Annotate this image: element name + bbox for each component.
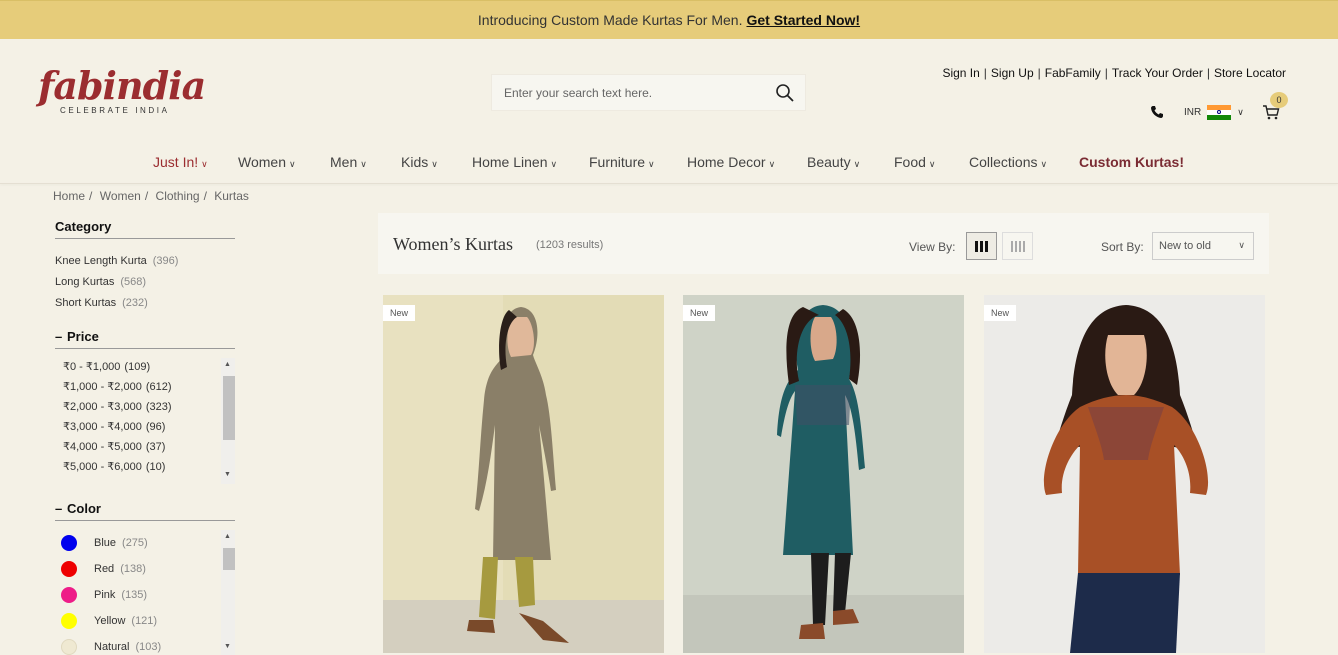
scroll-up-icon[interactable]: ▲: [224, 361, 231, 368]
sort-value: New to old: [1159, 240, 1211, 252]
nav-item-just-in[interactable]: Just In! ∨: [153, 154, 208, 170]
nav-item-furniture[interactable]: Furniture ∨: [589, 154, 655, 170]
search-icon[interactable]: [775, 83, 795, 103]
new-badge: New: [683, 305, 716, 321]
product-card[interactable]: New: [383, 295, 664, 653]
nav-item-kids[interactable]: Kids ∨: [401, 154, 438, 170]
promo-banner: Introducing Custom Made Kurtas For Men. …: [0, 0, 1338, 39]
results-header: Women’s Kurtas (1203 results) View By: S…: [378, 213, 1269, 274]
brand-tagline: CELEBRATE INDIA: [60, 106, 170, 115]
color-swatch: [61, 639, 77, 655]
category-option[interactable]: Long Kurtas (568): [55, 275, 178, 296]
grid-4-view-button[interactable]: [1002, 232, 1033, 260]
chevron-down-icon[interactable]: ∨: [1237, 107, 1244, 118]
price-option[interactable]: ₹5,000 - ₹6,000 (10): [63, 460, 172, 480]
collapse-icon: –: [55, 329, 63, 344]
brand-logo[interactable]: fabindia CELEBRATE INDIA: [38, 63, 206, 124]
color-filter-list: Blue (275) Red (138) Pink (135) Yellow (121)…: [55, 530, 235, 655]
scroll-down-icon[interactable]: ▼: [224, 471, 231, 478]
cart-count-badge: 0: [1270, 92, 1288, 108]
color-option-blue[interactable]: Blue (275): [61, 530, 161, 556]
breadcrumb-home[interactable]: Home: [53, 189, 85, 203]
price-option[interactable]: ₹0 - ₹1,000 (109): [63, 360, 172, 380]
color-filter-heading[interactable]: – Color: [55, 501, 235, 521]
nav-item-women[interactable]: Women ∨: [238, 154, 296, 170]
color-swatch: [61, 587, 77, 603]
main-nav: Just In! ∨ Women ∨ Men ∨ Kids ∨ Home Linen ∨ …: [0, 150, 1338, 174]
page-title: Women’s Kurtas: [393, 234, 514, 254]
breadcrumb-women[interactable]: Women: [100, 189, 141, 203]
fabfamily-link[interactable]: FabFamily: [1045, 66, 1101, 80]
price-filter-list: ₹0 - ₹1,000 (109) ₹1,000 - ₹2,000 (612) ₹2…: [55, 358, 235, 484]
price-option[interactable]: ₹1,000 - ₹2,000 (612): [63, 380, 172, 400]
price-scrollbar[interactable]: ▲ ▼: [221, 358, 235, 484]
separator: |: [1104, 66, 1108, 80]
nav-item-beauty[interactable]: Beauty ∨: [807, 154, 860, 170]
promo-link[interactable]: Get Started Now!: [746, 12, 860, 28]
results-count: (1203 results): [536, 239, 604, 251]
view-by-label: View By:: [909, 240, 956, 254]
search-input[interactable]: [492, 85, 762, 100]
sort-select[interactable]: New to old ∨: [1152, 232, 1254, 260]
color-option-natural[interactable]: Natural (103): [61, 634, 161, 655]
scroll-down-icon[interactable]: ▼: [224, 643, 231, 650]
chevron-down-icon: ∨: [1238, 240, 1245, 250]
brand-wordmark: fabindia: [38, 63, 206, 108]
scroll-thumb[interactable]: [223, 376, 235, 440]
store-locator-link[interactable]: Store Locator: [1214, 66, 1286, 80]
category-filter-list: Knee Length Kurta (396) Long Kurtas (568) …: [55, 254, 178, 317]
separator: |: [1037, 66, 1041, 80]
nav-item-home-linen[interactable]: Home Linen ∨: [472, 154, 557, 170]
promo-text: Introducing Custom Made Kurtas For Men.: [477, 12, 743, 28]
product-card[interactable]: New: [984, 295, 1265, 653]
price-option[interactable]: ₹2,000 - ₹3,000 (323): [63, 400, 172, 420]
nav-item-custom-kurtas[interactable]: Custom Kurtas!: [1079, 154, 1184, 170]
breadcrumb: Home / Women / Clothing / Kurtas: [53, 189, 249, 203]
separator: |: [1206, 66, 1210, 80]
price-option[interactable]: ₹3,000 - ₹4,000 (96): [63, 420, 172, 440]
nav-item-collections[interactable]: Collections ∨: [969, 154, 1047, 170]
search-bar: [491, 74, 806, 111]
new-badge: New: [984, 305, 1017, 321]
color-scrollbar[interactable]: ▲ ▼: [221, 530, 235, 655]
scroll-thumb[interactable]: [223, 548, 235, 570]
category-option[interactable]: Knee Length Kurta (396): [55, 254, 178, 275]
color-swatch: [61, 613, 77, 629]
category-option[interactable]: Short Kurtas (232): [55, 296, 178, 317]
separator: |: [983, 66, 987, 80]
category-filter-heading[interactable]: Category: [55, 219, 235, 239]
nav-divider: [0, 183, 1338, 184]
color-option-red[interactable]: Red (138): [61, 556, 161, 582]
currency-label[interactable]: INR: [1184, 107, 1201, 118]
color-swatch: [61, 561, 77, 577]
sort-by-label: Sort By:: [1101, 240, 1144, 254]
product-image[interactable]: [984, 295, 1265, 653]
sign-up-link[interactable]: Sign Up: [991, 66, 1034, 80]
price-option[interactable]: ₹4,000 - ₹5,000 (37): [63, 440, 172, 460]
nav-item-food[interactable]: Food ∨: [894, 154, 936, 170]
breadcrumb-kurtas[interactable]: Kurtas: [214, 189, 249, 203]
track-order-link[interactable]: Track Your Order: [1112, 66, 1203, 80]
india-flag-icon[interactable]: [1207, 104, 1232, 120]
new-badge: New: [383, 305, 416, 321]
account-links: Sign In | Sign Up | FabFamily | Track Your …: [942, 66, 1286, 80]
nav-item-home-decor[interactable]: Home Decor ∨: [687, 154, 775, 170]
color-swatch: [61, 535, 77, 551]
breadcrumb-clothing[interactable]: Clothing: [156, 189, 200, 203]
color-option-yellow[interactable]: Yellow (121): [61, 608, 161, 634]
color-option-pink[interactable]: Pink (135): [61, 582, 161, 608]
grid-3-view-button[interactable]: [966, 232, 997, 260]
scroll-up-icon[interactable]: ▲: [224, 533, 231, 540]
product-image[interactable]: [383, 295, 664, 653]
collapse-icon: –: [55, 501, 63, 516]
product-image[interactable]: [683, 295, 964, 653]
utility-bar: INR ∨: [1150, 100, 1280, 124]
price-filter-heading[interactable]: – Price: [55, 329, 235, 349]
sign-in-link[interactable]: Sign In: [942, 66, 979, 80]
phone-icon[interactable]: [1150, 105, 1164, 119]
product-card[interactable]: New: [683, 295, 964, 653]
nav-item-men[interactable]: Men ∨: [330, 154, 367, 170]
